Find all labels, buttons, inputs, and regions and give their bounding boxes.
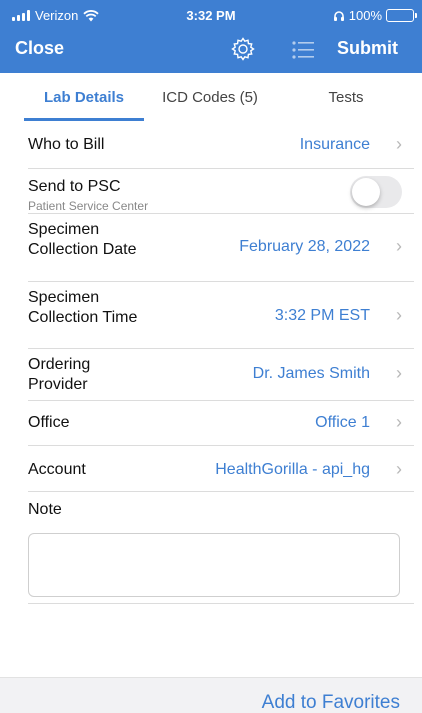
send-to-psc-toggle[interactable] [350,176,402,208]
tab-lab-details[interactable]: Lab Details [24,89,144,106]
battery-group: 100% [333,8,417,23]
close-button[interactable]: Close [15,38,64,59]
tab-bar: Lab Details ICD Codes (5) Tests [0,73,422,121]
chevron-right-icon: › [396,412,402,432]
app-header: Verizon 3:32 PM 100% Close Submit [0,0,422,73]
chevron-right-icon: › [396,459,402,479]
who-to-bill-label: Who to Bill [28,136,105,153]
chevron-right-icon: › [396,305,402,325]
tab-tests[interactable]: Tests [286,89,406,106]
account-label: Account [28,461,86,478]
battery-percent: 100% [348,8,382,23]
ordering-provider-label: Ordering Provider [28,356,91,393]
collection-date-value: February 28, 2022 [239,238,370,255]
ordering-provider-value: Dr. James Smith [252,365,370,382]
send-to-psc-label: Send to PSC [28,178,121,195]
send-to-psc-sublabel: Patient Service Center [28,199,149,213]
toggle-knob [352,178,380,206]
account-row[interactable]: Account HealthGorilla - api_hg › [28,446,414,492]
list-icon[interactable] [290,37,316,63]
submit-button[interactable]: Submit [337,38,398,59]
chevron-right-icon: › [396,134,402,154]
headphones-icon [333,10,344,21]
collection-date-label: Specimen Collection Date [28,221,137,258]
footer-bar: Add to Favorites [0,677,422,713]
who-to-bill-row[interactable]: Who to Bill Insurance › [28,121,414,169]
status-bar: Verizon 3:32 PM 100% [0,0,422,30]
gear-icon[interactable] [230,36,256,62]
office-row[interactable]: Office Office 1 › [28,401,414,446]
note-textarea[interactable] [28,533,400,597]
collection-time-value: 3:32 PM EST [274,307,370,324]
send-to-psc-row: Send to PSC Patient Service Center [28,169,414,214]
note-label: Note [28,501,62,518]
add-to-favorites-button[interactable]: Add to Favorites [262,692,400,713]
account-value: HealthGorilla - api_hg [215,461,370,478]
who-to-bill-value: Insurance [299,136,370,153]
collection-date-row[interactable]: Specimen Collection Date February 28, 20… [28,214,414,282]
ordering-provider-row[interactable]: Ordering Provider Dr. James Smith › [28,349,414,401]
navigation-bar: Close Submit [0,32,422,68]
note-divider [28,603,414,604]
chevron-right-icon: › [396,363,402,383]
office-label: Office [28,414,70,431]
office-value: Office 1 [315,414,370,431]
chevron-right-icon: › [396,236,402,256]
collection-time-label: Specimen Collection Time [28,289,138,326]
tab-icd-codes[interactable]: ICD Codes (5) [150,89,270,106]
battery-charging-icon [386,9,417,22]
collection-time-row[interactable]: Specimen Collection Time 3:32 PM EST › [28,282,414,349]
